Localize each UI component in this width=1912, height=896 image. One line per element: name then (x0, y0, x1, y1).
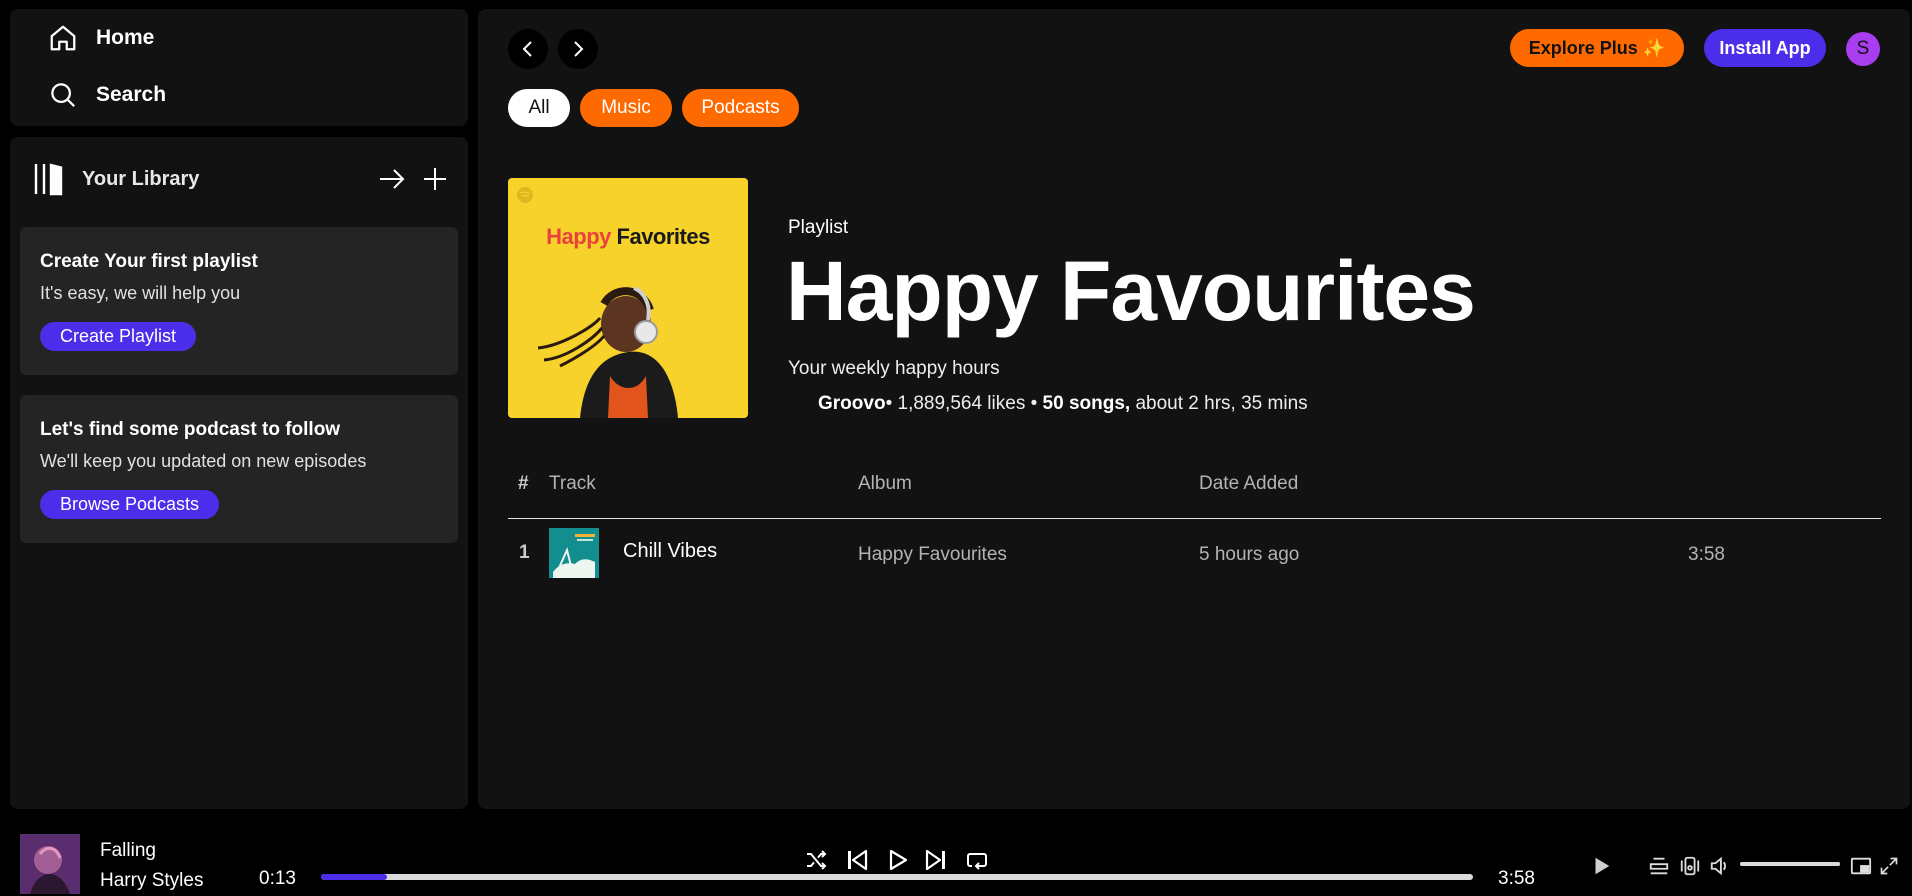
volume-slider[interactable] (1740, 862, 1840, 866)
queue-icon (1649, 857, 1669, 875)
progress-bar[interactable] (321, 874, 1473, 880)
volume-fill (1740, 862, 1840, 866)
chevron-right-icon (574, 41, 584, 57)
library-panel: Your Library Create Your first playlist … (10, 137, 468, 809)
track-title[interactable]: Chill Vibes (623, 540, 717, 563)
nav-home[interactable]: Home (48, 23, 154, 53)
chip-all[interactable]: All (508, 89, 570, 127)
skip-forward-icon (925, 849, 945, 871)
playlist-likes: 1,889,564 likes (897, 393, 1026, 414)
table-divider (508, 518, 1881, 519)
chip-music[interactable]: Music (580, 89, 672, 127)
now-playing-title[interactable]: Falling (100, 840, 156, 862)
avatar[interactable]: S (1846, 32, 1880, 66)
create-playlist-card: Create Your first playlist It's easy, we… (20, 227, 458, 375)
play-outline-icon (1595, 857, 1610, 875)
playlist-songs: 50 songs, (1042, 393, 1131, 414)
library-icon[interactable] (32, 161, 68, 197)
play-button[interactable] (883, 846, 911, 874)
add-plus-icon[interactable] (422, 166, 448, 192)
col-header-date[interactable]: Date Added (1199, 473, 1298, 495)
browse-podcasts-button[interactable]: Browse Podcasts (40, 490, 220, 519)
chevron-left-icon (522, 41, 532, 57)
skip-back-icon (848, 849, 868, 871)
mini-player-button[interactable] (1847, 852, 1875, 880)
cover-title-happy: Happy (546, 224, 617, 249)
card-title: Let's find some podcast to follow (40, 419, 341, 440)
player-bar: Falling Harry Styles 0:13 3:58 (0, 818, 1912, 896)
nav-home-label: Home (96, 26, 155, 49)
forward-button[interactable] (558, 29, 598, 69)
spotify-logo-icon (517, 187, 533, 203)
playlist-owner[interactable]: Groovo (818, 393, 886, 414)
create-playlist-button[interactable]: Create Playlist (40, 322, 197, 351)
back-button[interactable] (508, 29, 548, 69)
cover-title: Happy Favorites (508, 224, 748, 250)
install-app-button[interactable]: Install App (1704, 29, 1826, 67)
card-title: Create Your first playlist (40, 251, 258, 272)
col-header-album[interactable]: Album (858, 473, 912, 495)
nav-search-label: Search (96, 83, 167, 106)
next-button[interactable] (922, 846, 950, 874)
track-thumbnail (549, 528, 599, 578)
play-icon (889, 849, 908, 871)
expand-library-arrow-icon[interactable] (378, 165, 406, 193)
card-text: We'll keep you updated on new episodes (40, 451, 367, 471)
meta-separator: • (885, 393, 898, 414)
card-text: It's easy, we will help you (40, 283, 241, 303)
track-date-added: 5 hours ago (1199, 544, 1300, 565)
mini-player-icon (1850, 857, 1872, 875)
col-header-num: # (518, 473, 529, 494)
repeat-icon (967, 853, 987, 870)
playlist-type: Playlist (788, 217, 849, 238)
podcast-card: Let's find some podcast to follow We'll … (20, 395, 458, 543)
shuffle-icon (807, 850, 827, 870)
search-icon (51, 83, 76, 108)
playlist-title: Happy Favourites (786, 244, 1476, 338)
elapsed-time: 0:13 (259, 868, 296, 889)
col-header-track[interactable]: Track (549, 473, 596, 495)
queue-button[interactable] (1645, 852, 1673, 880)
playlist-meta: Groovo• 1,889,564 likes • 50 songs, abou… (818, 393, 1308, 415)
volume-icon (1710, 856, 1726, 876)
cover-title-favorites: Favorites (616, 224, 711, 249)
shuffle-button[interactable] (802, 846, 830, 874)
total-time: 3:58 (1498, 868, 1535, 889)
nav-panel: Home Search (10, 9, 468, 126)
main-panel: Explore Plus ✨ Install App S All Music P… (478, 9, 1910, 809)
now-playing-art[interactable] (20, 834, 80, 894)
connect-device-button[interactable] (1676, 852, 1704, 880)
playlist-duration: about 2 hrs, 35 mins (1135, 393, 1308, 414)
expand-icon (1880, 857, 1898, 875)
volume-button[interactable] (1706, 852, 1734, 880)
now-playing-artist[interactable]: Harry Styles (100, 870, 203, 892)
explore-plus-button[interactable]: Explore Plus ✨ (1510, 29, 1684, 67)
fullscreen-button[interactable] (1875, 852, 1903, 880)
repeat-button[interactable] (963, 846, 991, 874)
meta-separator: • (1025, 393, 1043, 414)
progress-fill (321, 874, 387, 880)
playlist-cover[interactable]: Happy Favorites (508, 178, 748, 418)
track-duration: 3:58 (1688, 544, 1725, 565)
library-title: Your Library (82, 167, 200, 190)
row-num: 1 (519, 542, 530, 563)
playlist-description: Your weekly happy hours (788, 358, 1000, 379)
cover-photo (537, 286, 678, 418)
previous-button[interactable] (843, 846, 871, 874)
home-icon (50, 25, 76, 51)
track-album[interactable]: Happy Favourites (858, 544, 1007, 566)
devices-icon (1680, 856, 1700, 876)
library-header: Your Library (32, 159, 448, 199)
chip-podcasts[interactable]: Podcasts (682, 89, 799, 127)
nav-search[interactable]: Search (48, 80, 166, 110)
now-playing-view-button[interactable] (1587, 852, 1615, 880)
